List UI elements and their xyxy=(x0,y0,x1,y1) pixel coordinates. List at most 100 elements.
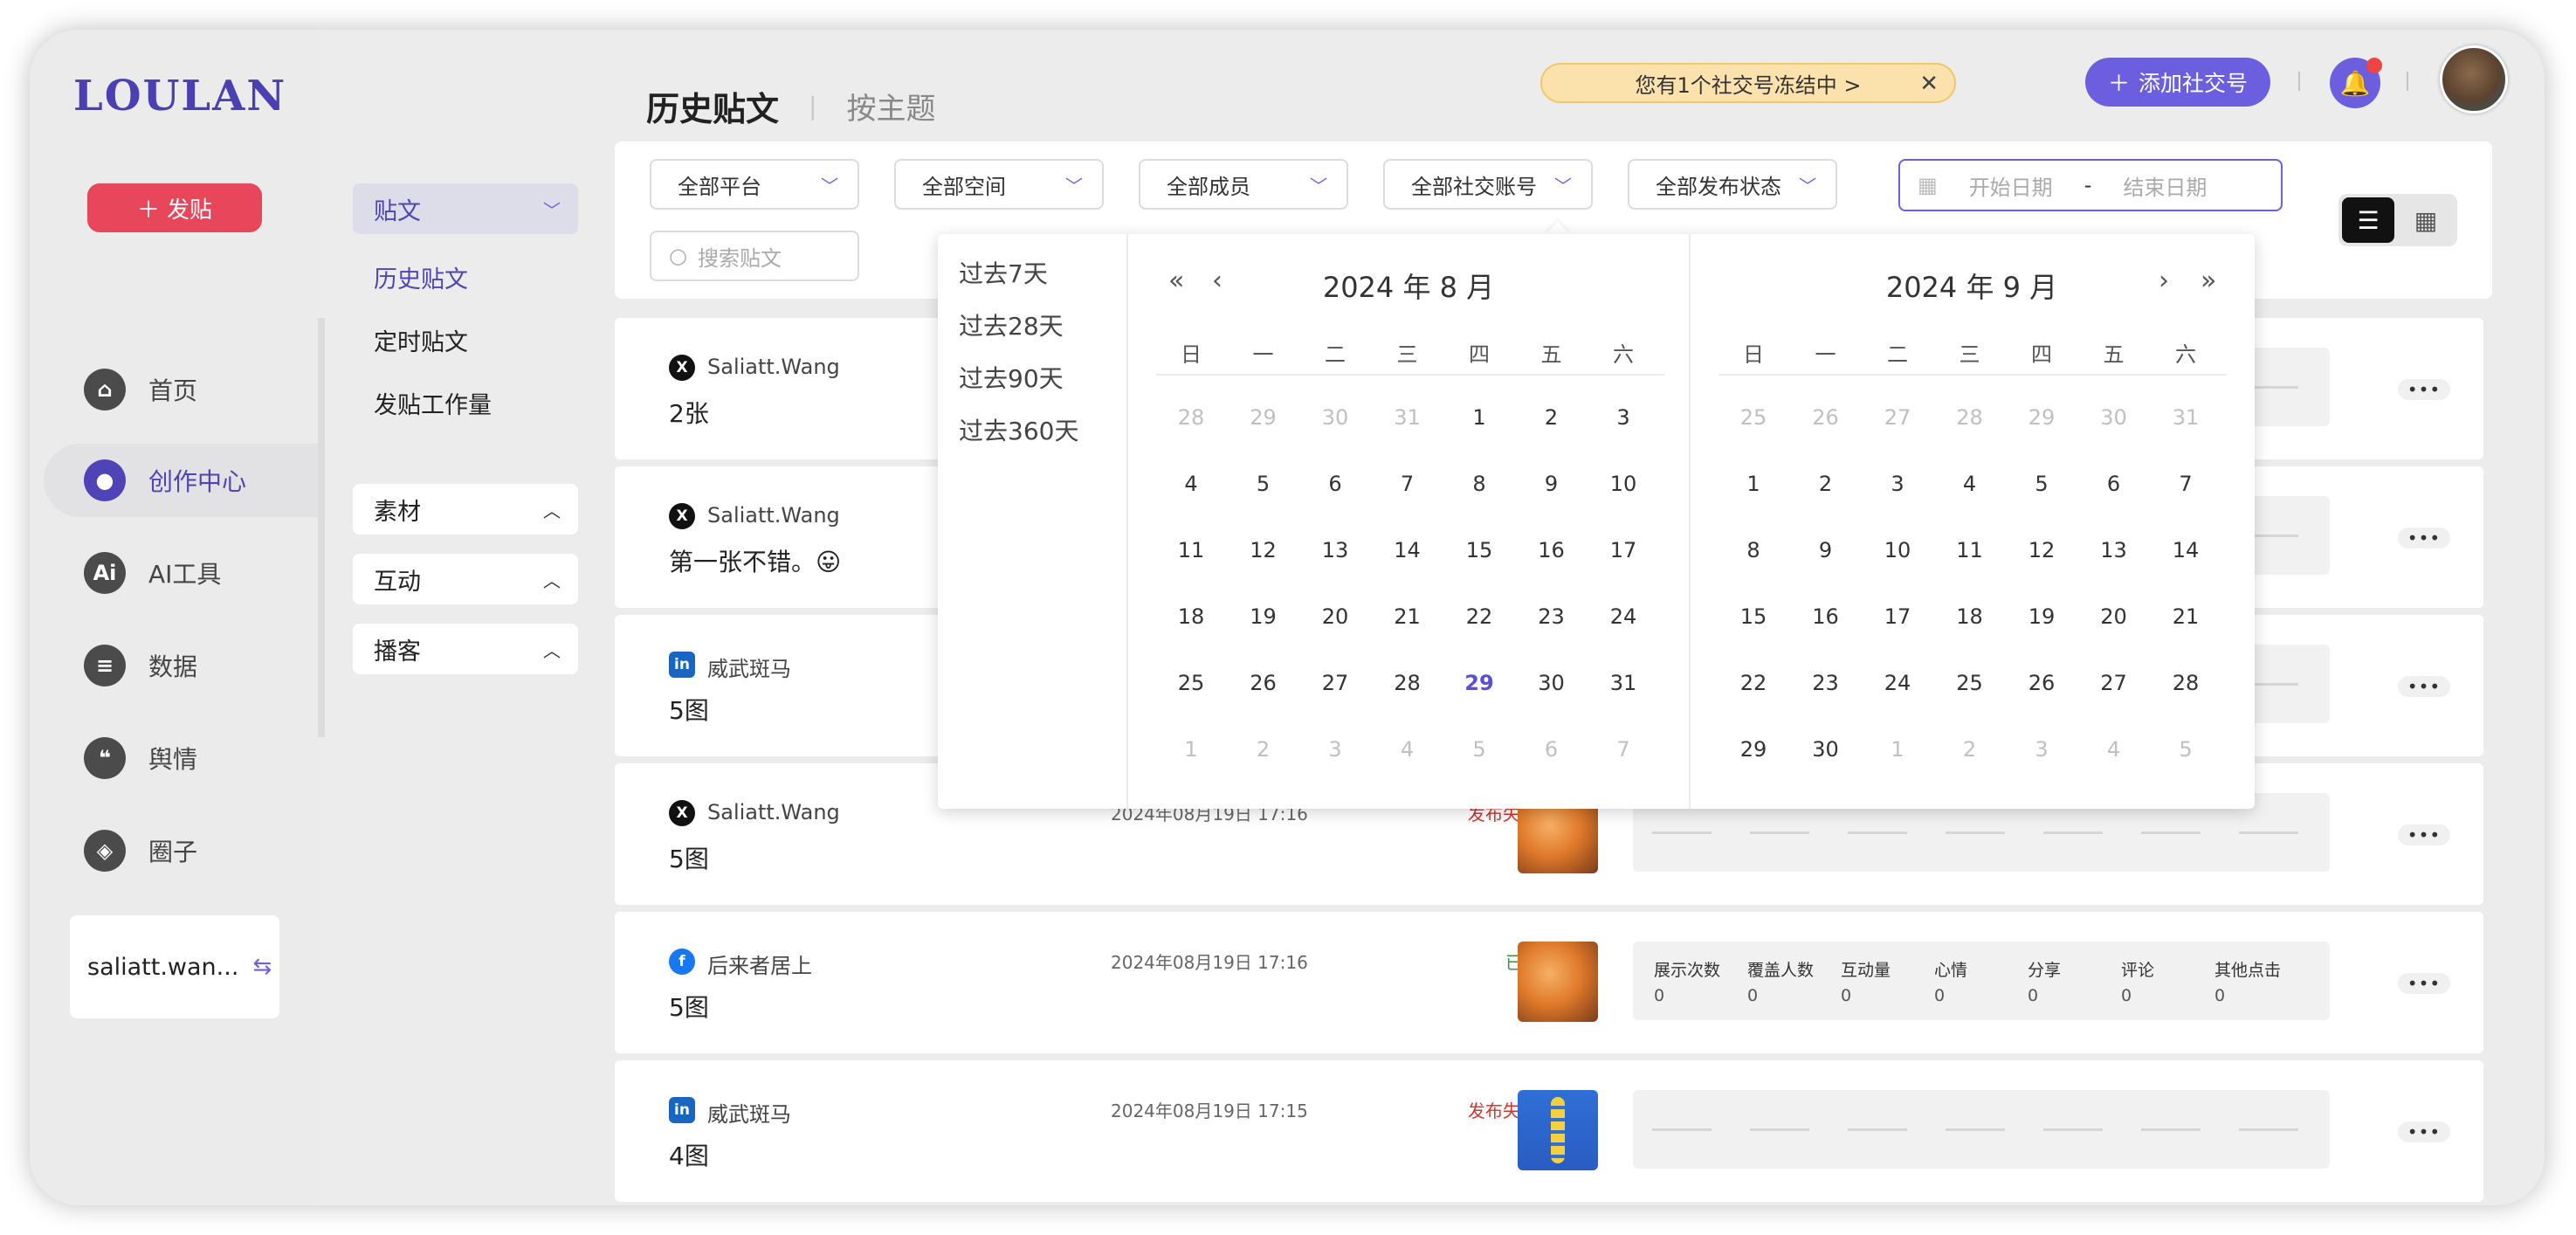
post-thumbnail[interactable] xyxy=(1518,1090,1598,1170)
calendar-day[interactable]: 26 xyxy=(2015,671,2068,695)
calendar-day[interactable]: 2 xyxy=(1237,737,1290,762)
calendar-day[interactable]: 30 xyxy=(1526,671,1578,695)
calendar-day[interactable]: 1 xyxy=(1453,405,1505,430)
calendar-day[interactable]: 30 xyxy=(2088,405,2140,430)
sub-group-interaction[interactable]: 互动 ︿ xyxy=(353,554,578,604)
calendar-day[interactable]: 2 xyxy=(1526,405,1578,430)
calendar-day[interactable]: 9 xyxy=(1800,538,1852,562)
calendar-day[interactable]: 2 xyxy=(1800,472,1852,496)
nav-item-2[interactable]: Ai AI工具 xyxy=(44,536,332,610)
calendar-day[interactable]: 30 xyxy=(1800,737,1852,762)
calendar-day[interactable]: 4 xyxy=(1165,472,1217,496)
more-options-button[interactable]: ••• xyxy=(2398,676,2450,697)
calendar-day[interactable]: 5 xyxy=(1453,737,1505,762)
calendar-day[interactable]: 21 xyxy=(1381,604,1434,629)
sub-nav-scrollbar[interactable] xyxy=(318,318,325,737)
calendar-day[interactable]: 4 xyxy=(2088,737,2140,762)
calendar-day[interactable]: 25 xyxy=(1727,405,1780,430)
calendar-day[interactable]: 12 xyxy=(1237,538,1290,562)
calendar-day[interactable]: 29 xyxy=(1727,737,1780,762)
filter-select-1[interactable]: 全部空间 ﹀ xyxy=(894,159,1104,210)
post-row[interactable]: in 威武斑马 4图 2024年08月19日 17:15 发布失败 > ••• xyxy=(615,1060,2483,1202)
filter-select-2[interactable]: 全部成员 ﹀ xyxy=(1139,159,1348,210)
calendar-day[interactable]: 12 xyxy=(2015,538,2068,562)
calendar-day[interactable]: 5 xyxy=(2159,737,2212,762)
add-social-account-button[interactable]: ＋ 添加社交号 xyxy=(2085,58,2270,107)
calendar-day[interactable]: 25 xyxy=(1944,671,1996,695)
calendar-day[interactable]: 19 xyxy=(2015,604,2068,629)
sub-link-history[interactable]: 历史贴文 xyxy=(374,260,468,294)
post-row[interactable]: f后来者居上5图2024年08月19日 17:16已发布展示次数0覆盖人数0互动… xyxy=(615,912,2483,1053)
sub-group-materials[interactable]: 素材 ︿ xyxy=(353,484,578,535)
calendar-day[interactable]: 11 xyxy=(1165,538,1217,562)
more-options-button[interactable]: ••• xyxy=(2398,1121,2450,1142)
grid-view-icon[interactable]: ▦ xyxy=(2400,197,2452,243)
calendar-day[interactable]: 31 xyxy=(1381,405,1434,430)
calendar-day[interactable]: 27 xyxy=(1309,671,1361,695)
avatar[interactable] xyxy=(2440,45,2508,114)
calendar-day[interactable]: 3 xyxy=(1871,472,1924,496)
calendar-day[interactable]: 5 xyxy=(1237,472,1290,496)
sub-group-posts[interactable]: 贴文 ﹀ xyxy=(353,183,578,234)
calendar-day[interactable]: 29 xyxy=(1237,405,1290,430)
post-thumbnail[interactable] xyxy=(1518,942,1598,1022)
calendar-day[interactable]: 18 xyxy=(1165,604,1217,629)
sub-link-scheduled[interactable]: 定时贴文 xyxy=(374,323,468,357)
calendar-day[interactable]: 27 xyxy=(1871,405,1924,430)
more-options-button[interactable]: ••• xyxy=(2398,379,2450,400)
calendar-day[interactable]: 6 xyxy=(1526,737,1578,762)
calendar-day[interactable]: 25 xyxy=(1165,671,1217,695)
preset-90-days[interactable]: 过去90天 xyxy=(959,360,1064,395)
calendar-day[interactable]: 15 xyxy=(1727,604,1780,629)
next-month-icon[interactable]: › xyxy=(2159,266,2169,296)
list-view-icon[interactable]: ☰ xyxy=(2342,197,2394,243)
calendar-day[interactable]: 7 xyxy=(1381,472,1434,496)
calendar-day[interactable]: 31 xyxy=(2159,405,2212,430)
calendar-day[interactable]: 14 xyxy=(1381,538,1434,562)
date-end-input[interactable]: 结束日期 xyxy=(2123,170,2207,201)
nav-item-3[interactable]: ≡ 数据 xyxy=(44,629,332,702)
calendar-day[interactable]: 8 xyxy=(1727,538,1780,562)
calendar-day[interactable]: 20 xyxy=(2088,604,2140,629)
calendar-day[interactable]: 29 xyxy=(1453,671,1505,695)
calendar-day[interactable]: 7 xyxy=(1597,737,1650,762)
new-post-button[interactable]: ＋ 发贴 xyxy=(87,183,262,232)
calendar-day[interactable]: 24 xyxy=(1597,604,1650,629)
calendar-day[interactable]: 15 xyxy=(1453,538,1505,562)
calendar-day[interactable]: 5 xyxy=(2015,472,2068,496)
calendar-day[interactable]: 6 xyxy=(2088,472,2140,496)
calendar-day[interactable]: 3 xyxy=(1309,737,1361,762)
calendar-day[interactable]: 4 xyxy=(1381,737,1434,762)
calendar-day[interactable]: 24 xyxy=(1871,671,1924,695)
swap-icon[interactable]: ⇆ xyxy=(252,954,272,980)
calendar-day[interactable]: 3 xyxy=(1597,405,1650,430)
sub-link-workload[interactable]: 发贴工作量 xyxy=(374,386,492,420)
calendar-day[interactable]: 31 xyxy=(1597,671,1650,695)
nav-item-0[interactable]: ⌂ 首页 xyxy=(44,353,332,426)
calendar-day[interactable]: 3 xyxy=(2015,737,2068,762)
calendar-day[interactable]: 23 xyxy=(1800,671,1852,695)
filter-select-4[interactable]: 全部发布状态 ﹀ xyxy=(1628,159,1837,210)
preset-360-days[interactable]: 过去360天 xyxy=(959,412,1078,447)
calendar-day[interactable]: 20 xyxy=(1309,604,1361,629)
calendar-day[interactable]: 16 xyxy=(1800,604,1852,629)
calendar-day[interactable]: 28 xyxy=(1381,671,1434,695)
preset-28-days[interactable]: 过去28天 xyxy=(959,307,1064,342)
frozen-account-notice[interactable]: 您有1个社交号冻结中 > ✕ xyxy=(1540,63,1956,103)
calendar-day[interactable]: 28 xyxy=(1165,405,1217,430)
calendar-day[interactable]: 7 xyxy=(2159,472,2212,496)
more-options-button[interactable]: ••• xyxy=(2398,973,2450,994)
more-options-button[interactable]: ••• xyxy=(2398,528,2450,549)
calendar-day[interactable]: 10 xyxy=(1871,538,1924,562)
calendar-day[interactable]: 17 xyxy=(1597,538,1650,562)
calendar-day[interactable]: 21 xyxy=(2159,604,2212,629)
calendar-day[interactable]: 13 xyxy=(2088,538,2140,562)
calendar-day[interactable]: 22 xyxy=(1727,671,1780,695)
calendar-day[interactable]: 14 xyxy=(2159,538,2212,562)
calendar-day[interactable]: 17 xyxy=(1871,604,1924,629)
calendar-day[interactable]: 18 xyxy=(1944,604,1996,629)
date-range-input[interactable]: ▦ 开始日期 - 结束日期 xyxy=(1898,159,2283,211)
nav-item-5[interactable]: ◈ 圈子 xyxy=(44,814,332,887)
calendar-day[interactable]: 22 xyxy=(1453,604,1505,629)
calendar-day[interactable]: 13 xyxy=(1309,538,1361,562)
